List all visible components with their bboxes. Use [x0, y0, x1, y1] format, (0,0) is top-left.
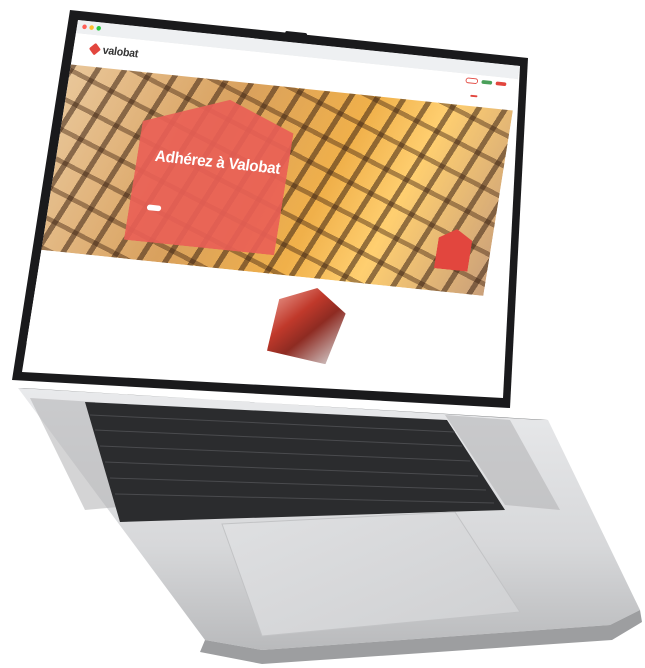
logo-mark-icon [88, 42, 101, 56]
header-button-3[interactable] [495, 81, 507, 87]
section-text [115, 297, 230, 309]
header-button-2[interactable] [481, 79, 493, 85]
header-links [458, 77, 507, 88]
minimize-icon[interactable] [89, 24, 95, 31]
speaker-grille-right [445, 415, 560, 510]
main-nav [470, 94, 504, 100]
laptop-base [18, 388, 640, 650]
keyboard [85, 402, 505, 522]
website-screen-content: valobat Adhérez à Valobat [22, 20, 520, 418]
nav-item-1[interactable] [470, 94, 478, 98]
hero-badge[interactable] [434, 227, 474, 271]
keyboard-key-lines [89, 414, 495, 504]
logo-text: valobat [101, 43, 140, 61]
header-button-1[interactable] [465, 77, 479, 85]
trackpad [221, 511, 521, 637]
maximize-icon[interactable] [96, 25, 102, 31]
close-icon[interactable] [81, 24, 88, 30]
site-logo[interactable]: valobat [88, 42, 145, 61]
speaker-grille-left [30, 398, 140, 510]
camera-notch [284, 31, 308, 39]
laptop-scene: valobat Adhérez à Valobat [0, 0, 645, 668]
section-image [258, 283, 349, 365]
window-controls[interactable] [81, 24, 102, 31]
